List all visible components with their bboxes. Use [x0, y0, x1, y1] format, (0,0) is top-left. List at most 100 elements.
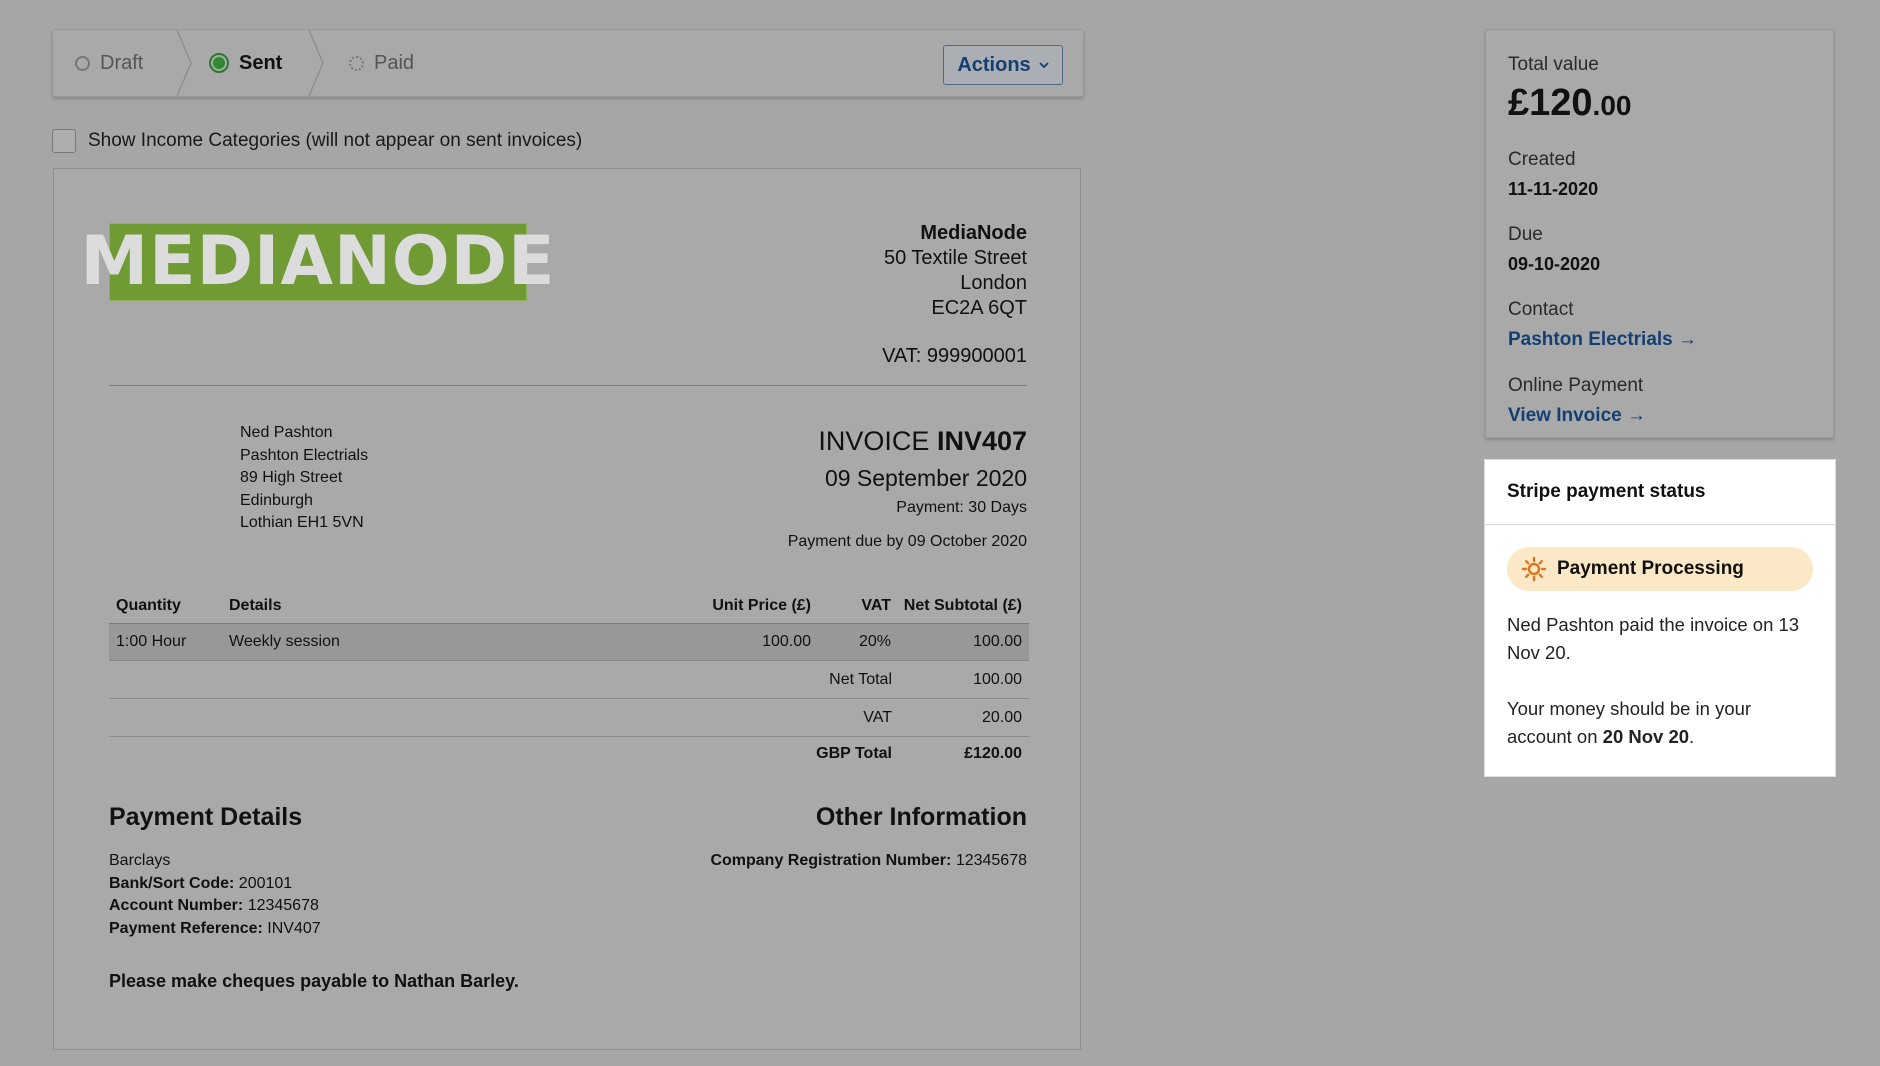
company-registration: Company Registration Number: 12345678 — [710, 850, 1027, 873]
cell-net: 100.00 — [973, 633, 1022, 650]
total-value-label: Total value — [1508, 54, 1599, 75]
chevron-divider-icon — [176, 30, 192, 96]
recipient-street: 89 High Street — [240, 469, 343, 486]
invoice-date: 09 September 2020 — [824, 465, 1027, 491]
account-number-value: 12345678 — [247, 897, 319, 914]
recipient-name: Ned Pashton — [240, 424, 333, 441]
invoice-preview: MEDIANODE MediaNode 50 Textile Street Lo… — [53, 168, 1081, 1050]
line-items-table: Quantity Details Unit Price (£) VAT Net … — [109, 589, 1029, 771]
company-postcode: EC2A 6QT — [931, 297, 1027, 319]
logo-text: MEDIANODE — [80, 222, 556, 301]
company-street: 50 Textile Street — [883, 247, 1027, 269]
col-vat: VAT — [861, 597, 891, 614]
registration-value: 12345678 — [955, 852, 1027, 869]
status-text: Payment Processing — [1557, 558, 1744, 579]
sun-icon — [1521, 556, 1547, 582]
contact-block: Contact Pashton Electrials → — [1508, 299, 1811, 351]
actions-button[interactable]: Actions — [943, 45, 1063, 85]
invoice-terms: Payment: 30 Days — [896, 499, 1027, 516]
radio-icon — [75, 55, 90, 71]
cell-unit-price: 100.00 — [762, 633, 811, 650]
money-text: Your money should be in your account on … — [1507, 695, 1813, 751]
cell-vat: 20% — [858, 633, 891, 650]
col-net-subtotal: Net Subtotal (£) — [903, 597, 1022, 614]
cell-details: Weekly session — [229, 633, 340, 650]
col-details: Details — [229, 597, 282, 614]
payment-reference-label: Payment Reference: — [109, 919, 263, 937]
invoice-due: Payment due by 09 October 2020 — [787, 533, 1027, 550]
header-divider — [109, 385, 1027, 386]
step-sent[interactable]: Sent — [209, 30, 282, 96]
sort-code-value: 200101 — [238, 874, 293, 892]
table-row: 1:00 Hour Weekly session 100.00 20% 100.… — [109, 624, 1029, 661]
vat-total-row: VAT 20.00 — [109, 699, 1029, 737]
recipient-region: Lothian EH1 5VN — [240, 514, 364, 531]
stripe-heading: Stripe payment status — [1485, 460, 1835, 525]
chevron-divider-icon — [308, 30, 324, 96]
money-text-suffix: . — [1689, 726, 1695, 747]
contact-label: Contact — [1508, 299, 1574, 320]
cell-quantity: 1:00 Hour — [116, 633, 187, 650]
account-number: Account Number: 12345678 — [109, 895, 321, 918]
radio-checked-icon — [209, 53, 229, 73]
company-logo: MEDIANODE — [80, 223, 555, 301]
created-value: 11-11-2020 — [1508, 179, 1599, 199]
sort-code-label: Bank/Sort Code: — [109, 874, 235, 892]
income-categories-toggle[interactable]: Show Income Categories (will not appear … — [52, 129, 582, 153]
cheques-note: Please make cheques payable to Nathan Ba… — [109, 971, 519, 991]
money-date: 20 Nov 20 — [1602, 726, 1690, 747]
income-categories-label: Show Income Categories (will not appear … — [88, 130, 583, 151]
registration-label: Company Registration Number: — [710, 852, 952, 869]
invoice-status-bar: Draft Sent Paid Actions — [52, 29, 1084, 97]
company-city: London — [960, 272, 1027, 294]
gbp-total-label: GBP Total — [816, 745, 892, 762]
recipient-city: Edinburgh — [240, 491, 313, 509]
step-label: Sent — [239, 51, 283, 74]
table-header: Quantity Details Unit Price (£) VAT Net … — [109, 589, 1029, 624]
company-vat: VAT: 999900001 — [882, 345, 1027, 367]
paid-text: Ned Pashton paid the invoice on 13 Nov 2… — [1507, 614, 1800, 663]
view-invoice-link[interactable]: View Invoice → — [1508, 405, 1811, 427]
gbp-total-value: £120.00 — [964, 745, 1022, 762]
payment-details: Payment Details Barclays Bank/Sort Code:… — [109, 802, 321, 940]
actions-label: Actions — [957, 53, 1031, 76]
status-badge: Payment Processing — [1507, 547, 1813, 591]
net-total-label: Net Total — [829, 670, 892, 688]
invoice-heading: INVOICE INV407 09 September 2020 Payment… — [788, 425, 1027, 551]
created-label: Created — [1508, 149, 1576, 170]
due-label: Due — [1508, 224, 1543, 245]
vat-total-value: 20.00 — [981, 708, 1022, 726]
vat-total-label: VAT — [863, 708, 892, 726]
other-information-heading: Other Information — [815, 803, 1027, 831]
payment-reference: Payment Reference: INV407 — [109, 918, 321, 941]
step-label: Draft — [100, 51, 144, 74]
online-payment-label: Online Payment — [1508, 375, 1644, 396]
net-total-value: 100.00 — [973, 670, 1022, 688]
radio-pending-icon — [349, 55, 364, 71]
stripe-details: Ned Pashton paid the invoice on 13 Nov 2… — [1485, 611, 1835, 751]
total-pence: .00 — [1592, 90, 1632, 121]
step-draft[interactable]: Draft — [75, 30, 143, 96]
net-total-row: Net Total 100.00 — [109, 661, 1029, 699]
due-block: Due 09-10-2020 — [1508, 224, 1811, 275]
payment-reference-value: INV407 — [267, 919, 321, 937]
total-value: £120.00 — [1508, 82, 1811, 125]
stripe-payment-status-panel: Stripe payment status Payment Processing… — [1484, 459, 1836, 777]
gbp-total-row: GBP Total £120.00 — [109, 737, 1029, 771]
company-name: MediaNode — [920, 222, 1027, 244]
contact-link[interactable]: Pashton Electrials → — [1508, 329, 1811, 351]
bank-name: Barclays — [109, 852, 171, 869]
invoice-number: INV407 — [936, 426, 1027, 456]
income-categories-checkbox[interactable] — [52, 129, 76, 153]
due-value: 09-10-2020 — [1508, 254, 1601, 274]
total-pounds: £120 — [1508, 82, 1593, 124]
recipient-company: Pashton Electrials — [240, 446, 369, 464]
payment-details-heading: Payment Details — [109, 803, 303, 831]
recipient-address: Ned Pashton Pashton Electrials 89 High S… — [240, 422, 368, 535]
online-payment-block: Online Payment View Invoice → — [1508, 375, 1811, 427]
col-unit-price: Unit Price (£) — [712, 597, 811, 614]
step-paid[interactable]: Paid — [349, 30, 414, 96]
chevron-down-icon — [1039, 62, 1049, 69]
created-block: Created 11-11-2020 — [1508, 149, 1811, 200]
sort-code: Bank/Sort Code: 200101 — [109, 873, 321, 896]
